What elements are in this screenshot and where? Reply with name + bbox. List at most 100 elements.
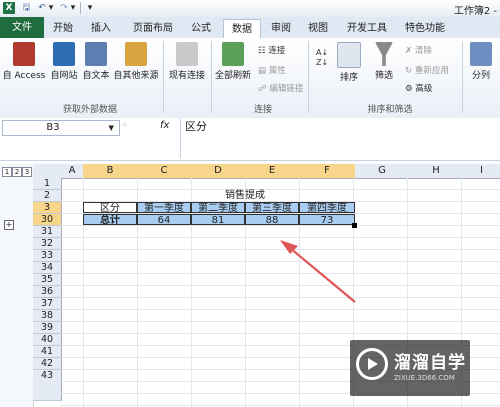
total-label-cell[interactable]: 总计 — [83, 214, 137, 226]
column-header-c[interactable]: C — [137, 164, 192, 179]
column-header-h[interactable]: H — [409, 164, 464, 179]
tab-file[interactable]: 文件 — [0, 17, 44, 38]
row-header[interactable]: 43 — [33, 370, 62, 401]
clear-button[interactable]: ✗ 清除 — [405, 44, 432, 56]
sort-az-icon[interactable]: A↓ Z↓ — [316, 48, 328, 68]
play-logo-icon — [356, 348, 388, 380]
tab-page-layout[interactable]: 页面布局 — [128, 19, 178, 38]
tab-data[interactable]: 数据 — [223, 19, 261, 39]
sort-button[interactable]: 排序 — [334, 42, 364, 83]
text-to-columns-button[interactable]: 分列 — [466, 42, 496, 81]
window-title: 工作簿2 - — [453, 6, 497, 17]
row-header[interactable]: 32 — [33, 238, 62, 250]
column-header-b[interactable]: B — [83, 164, 138, 179]
text-to-columns-icon — [470, 42, 492, 66]
redo-icon[interactable]: ↷ — [58, 2, 70, 14]
outline-level-2[interactable]: 2 — [12, 167, 22, 177]
from-access-button[interactable]: 自 Access — [2, 42, 46, 81]
row-header[interactable]: 42 — [33, 358, 62, 370]
tab-view[interactable]: 视图 — [303, 19, 333, 38]
from-text-label: 自文本 — [82, 71, 110, 81]
existing-connections-button[interactable]: 现有连接 — [166, 42, 208, 81]
sheet-title-cell[interactable]: 销售提成 — [191, 190, 299, 201]
filter-icon — [375, 42, 393, 66]
outline-level-3[interactable]: 3 — [22, 167, 32, 177]
header-cell-q2[interactable]: 第二季度 — [191, 202, 245, 214]
total-q1-cell[interactable]: 64 — [137, 214, 191, 226]
header-cell-q1[interactable]: 第一季度 — [137, 202, 191, 214]
redo-dropdown-icon[interactable]: ▾ — [70, 2, 76, 14]
from-text-button[interactable]: 自文本 — [80, 42, 112, 81]
text-file-icon — [85, 42, 107, 66]
row-header[interactable]: 37 — [33, 298, 62, 310]
tab-review[interactable]: 审阅 — [266, 19, 296, 38]
tab-formulas[interactable]: 公式 — [186, 19, 216, 38]
filter-button[interactable]: 筛选 — [368, 42, 400, 81]
row-header[interactable]: 1 — [33, 178, 62, 190]
clear-label: 清除 — [414, 46, 432, 56]
filter-label: 筛选 — [374, 71, 393, 81]
row-header[interactable]: 41 — [33, 346, 62, 358]
from-other-sources-button[interactable]: 自其他来源 — [112, 42, 160, 81]
text-to-columns-label: 分列 — [471, 71, 490, 81]
header-cell-q3[interactable]: 第三季度 — [245, 202, 299, 214]
total-q4-cell[interactable]: 73 — [299, 214, 355, 226]
separator — [80, 2, 81, 14]
save-icon[interactable]: 🖫 — [21, 2, 32, 14]
select-all-corner[interactable] — [33, 164, 62, 179]
column-header-e[interactable]: E — [245, 164, 300, 179]
row-header[interactable]: 39 — [33, 322, 62, 334]
tab-developer[interactable]: 开发工具 — [342, 19, 392, 38]
tab-insert[interactable]: 插入 — [86, 19, 116, 38]
name-box[interactable]: B3 ▼ — [2, 120, 120, 136]
watermark-url: ZIXUE.3D66.COM — [394, 374, 455, 382]
from-web-button[interactable]: 自网站 — [48, 42, 80, 81]
undo-dropdown-icon[interactable]: ▾ — [48, 2, 54, 14]
chevron-down-icon[interactable]: ▼ — [106, 121, 116, 135]
insert-function-icon[interactable]: fx — [160, 120, 169, 131]
expand-group-icon[interactable]: + — [4, 220, 14, 230]
column-header-g[interactable]: G — [355, 164, 410, 179]
tab-special-features[interactable]: 特色功能 — [400, 19, 450, 38]
row-header[interactable]: 34 — [33, 262, 62, 274]
column-header-d[interactable]: D — [191, 164, 246, 179]
refresh-icon — [222, 42, 244, 66]
customize-quick-access-icon[interactable]: ▾ — [86, 2, 94, 14]
formula-input[interactable]: 区分 — [180, 118, 500, 158]
web-icon — [53, 42, 75, 66]
reapply-label: 重新应用 — [414, 66, 449, 76]
refresh-all-button[interactable]: 全部刷新 — [213, 42, 253, 81]
row-header[interactable]: 30 — [33, 214, 62, 226]
row-header[interactable]: 33 — [33, 250, 62, 262]
undo-icon[interactable]: ↶ — [36, 2, 48, 14]
formula-bar: B3 ▼ ◦ fx 区分 — [0, 118, 500, 161]
edit-links-button[interactable]: ☍ 编辑链接 — [258, 82, 303, 94]
properties-button[interactable]: ▤ 属性 — [258, 64, 286, 76]
column-header-a[interactable]: A — [61, 164, 84, 179]
total-q3-cell[interactable]: 88 — [245, 214, 299, 226]
outline-panel: 1 2 3 + — [0, 164, 34, 407]
outline-level-1[interactable]: 1 — [2, 167, 12, 177]
row-header[interactable]: 40 — [33, 334, 62, 346]
sort-label: 排序 — [339, 73, 358, 83]
advanced-button[interactable]: ⚙ 高级 — [405, 82, 432, 94]
row-header[interactable]: 3 — [33, 202, 62, 214]
row-header[interactable]: 31 — [33, 226, 62, 238]
row-header[interactable]: 2 — [33, 190, 62, 202]
row-header[interactable]: 38 — [33, 310, 62, 322]
column-header-f[interactable]: F — [299, 164, 356, 179]
header-cell-category[interactable]: 区分 — [83, 202, 137, 214]
column-header-i[interactable]: I — [463, 164, 500, 179]
ribbon-tabs: 文件 开始 插入 页面布局 公式 数据 审阅 视图 开发工具 特色功能 — [0, 17, 500, 39]
tab-home[interactable]: 开始 — [48, 19, 78, 38]
excel-logo-icon[interactable]: X — [3, 2, 15, 14]
header-cell-q4[interactable]: 第四季度 — [299, 202, 355, 214]
row-header[interactable]: 35 — [33, 274, 62, 286]
formula-bar-resize-handle[interactable]: ◦ — [122, 121, 127, 131]
group-label-get-external: 获取外部数据 — [62, 105, 117, 115]
reapply-button[interactable]: ↻ 重新应用 — [405, 64, 449, 76]
connections-button[interactable]: ☷ 连接 — [258, 44, 285, 56]
total-q2-cell[interactable]: 81 — [191, 214, 245, 226]
fill-handle[interactable] — [352, 223, 357, 228]
row-header[interactable]: 36 — [33, 286, 62, 298]
